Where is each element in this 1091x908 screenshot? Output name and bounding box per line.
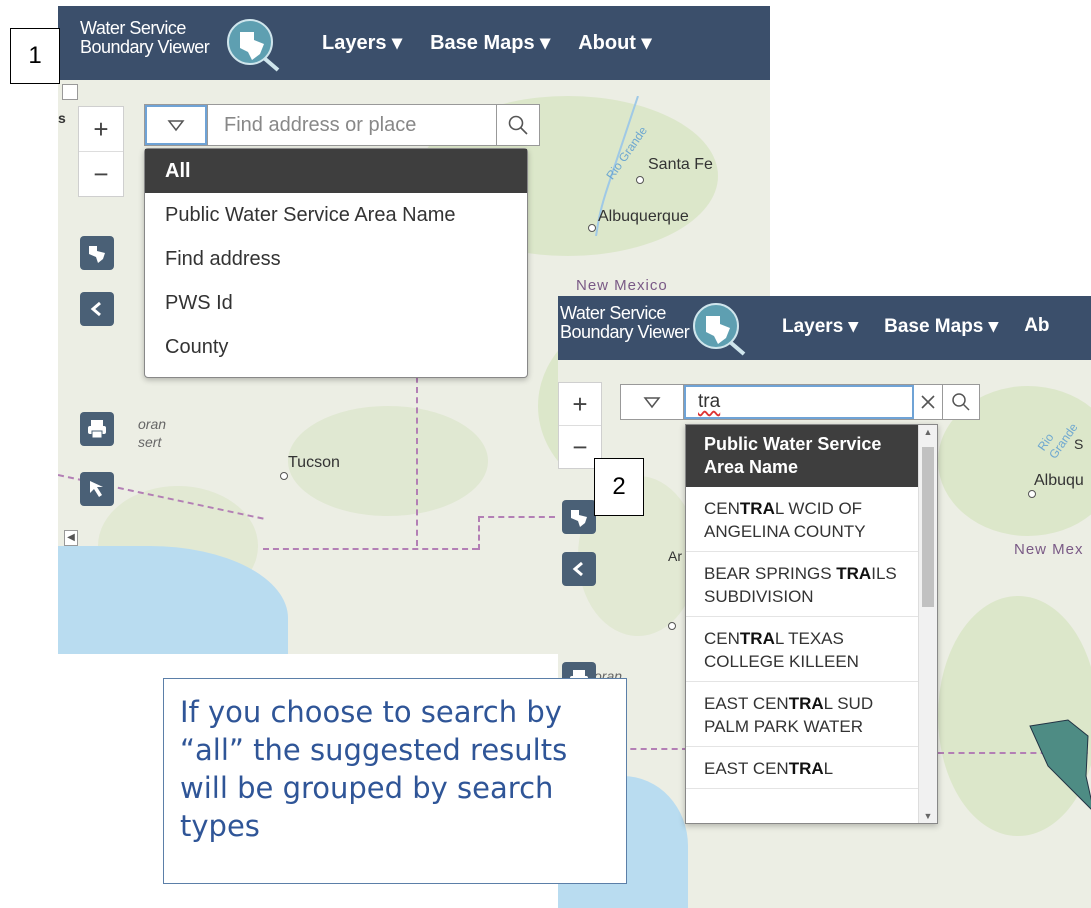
app-logo[interactable]: Water Service Boundary Viewer	[80, 18, 210, 57]
zoom-control: + −	[78, 106, 124, 197]
app-title-line2: Boundary Viewer	[80, 37, 210, 57]
zoom-in-button[interactable]: +	[79, 107, 123, 151]
triangle-down-icon	[643, 397, 661, 409]
search-input-value: tra	[698, 391, 721, 412]
nav-about[interactable]: About ▾	[578, 30, 651, 55]
zoom-out-button[interactable]: −	[79, 151, 123, 196]
map-label-new-mexico: New Mexico	[576, 277, 668, 294]
search-source-dropdown[interactable]	[145, 105, 208, 145]
suggestion-item[interactable]: EAST CENTRAL	[686, 747, 919, 789]
scrollbar-thumb[interactable]	[922, 447, 934, 607]
scroll-up-icon[interactable]: ▲	[919, 427, 937, 437]
source-option-find-address[interactable]: Find address	[145, 237, 527, 281]
suggestions-scrollbar[interactable]: ▲ ▼	[918, 425, 937, 823]
map-label-tucson: Tucson	[288, 454, 340, 471]
source-option-all[interactable]: All	[145, 149, 527, 193]
suggestion-item[interactable]: EAST CENTRAL SUD PALM PARK WATER	[686, 682, 919, 747]
panel-2-screenshot: Rio Grande Albuqu New Mex Ar oran S Wate…	[558, 296, 1091, 908]
expand-arrow-icon[interactable]: ◀	[64, 530, 78, 546]
zoom-control: + −	[558, 382, 602, 469]
texas-globe-icon	[227, 19, 280, 72]
nav-layers[interactable]: Layers ▾	[782, 315, 858, 338]
search-icon	[508, 115, 528, 135]
service-area-polygons	[1029, 719, 1091, 810]
search-input[interactable]: Find address or place	[208, 105, 496, 145]
search-input[interactable]: tra	[684, 385, 914, 419]
map-label-edge: s	[58, 110, 66, 126]
arrow-pointer-icon	[90, 481, 103, 497]
triangle-down-icon	[167, 120, 185, 132]
nav-about[interactable]: Ab	[1024, 315, 1049, 338]
texas-icon	[89, 246, 105, 263]
chevron-left-icon	[90, 301, 101, 317]
search-source-menu: All Public Water Service Area Name Find …	[144, 148, 528, 378]
map-label-santa-fe: Santa Fe	[648, 156, 713, 173]
map-label-sonoran: oran	[138, 416, 167, 432]
suggestion-group-header: Public Water Service Area Name	[686, 425, 919, 487]
source-option-pws-id[interactable]: PWS Id	[145, 281, 527, 325]
search-source-dropdown[interactable]	[621, 385, 684, 419]
app-header: Water Service Boundary Viewer Layers ▾ B…	[58, 6, 770, 80]
app-title-line1: Water Service	[80, 18, 186, 38]
instruction-callout: If you choose to search by “all” the sug…	[163, 678, 627, 884]
app-title-line2: Boundary Viewer	[560, 322, 690, 342]
suggestion-item[interactable]: CENTRAL TEXAS COLLEGE KILLEEN	[686, 617, 919, 682]
texas-extent-button[interactable]	[562, 500, 596, 534]
search-button[interactable]	[496, 105, 539, 145]
select-tool-button[interactable]	[80, 472, 114, 506]
search-icon	[952, 393, 970, 411]
search-widget: tra	[620, 384, 980, 420]
suggestion-item[interactable]: BEAR SPRINGS TRAILS SUBDIVISION	[686, 552, 919, 617]
nav-base-maps[interactable]: Base Maps ▾	[430, 30, 550, 55]
map-label-albuquerque: Albuquerque	[598, 208, 689, 225]
zoom-in-button[interactable]: +	[559, 383, 601, 425]
texas-icon	[571, 510, 587, 527]
app-logo[interactable]: Water Service Boundary Viewer	[560, 303, 690, 342]
map-label-edge-s: S	[1074, 436, 1084, 452]
print-button[interactable]	[80, 412, 114, 446]
nav-layers[interactable]: Layers ▾	[322, 30, 402, 55]
search-widget: Find address or place	[144, 104, 540, 146]
source-option-county[interactable]: County	[145, 325, 527, 369]
texas-globe-icon	[693, 303, 746, 356]
chevron-left-icon	[572, 561, 583, 577]
map-label-desert: sert	[138, 434, 162, 450]
close-icon	[921, 395, 935, 409]
texas-extent-button[interactable]	[80, 236, 114, 270]
app-title-line1: Water Service	[560, 303, 666, 323]
map-label-edge-ar: Ar	[668, 548, 682, 564]
step-number-1: 1	[10, 28, 60, 84]
map-label-new-mexico: New Mex	[1014, 541, 1084, 558]
search-suggestions: Public Water Service Area Name CENTRAL W…	[685, 424, 938, 824]
suggestion-item[interactable]: CENTRAL WCID OF ANGELINA COUNTY	[686, 487, 919, 552]
scroll-down-icon[interactable]: ▼	[919, 811, 937, 821]
collapse-panel-button[interactable]	[80, 292, 114, 326]
app-header: Water Service Boundary Viewer Layers ▾ B…	[558, 296, 1091, 360]
search-button[interactable]	[942, 385, 979, 419]
main-nav: Layers ▾ Base Maps ▾ Ab	[782, 315, 1078, 338]
overview-toggle-icon[interactable]	[62, 84, 78, 100]
main-nav: Layers ▾ Base Maps ▾ About ▾	[322, 30, 680, 55]
nav-base-maps[interactable]: Base Maps ▾	[884, 315, 998, 338]
map-label-albuquerque: Albuqu	[1034, 472, 1084, 489]
step-number-2: 2	[594, 458, 644, 516]
printer-icon	[88, 420, 106, 439]
collapse-panel-button[interactable]	[562, 552, 596, 586]
source-option-pws-area-name[interactable]: Public Water Service Area Name	[145, 193, 527, 237]
clear-search-button[interactable]	[914, 385, 942, 419]
